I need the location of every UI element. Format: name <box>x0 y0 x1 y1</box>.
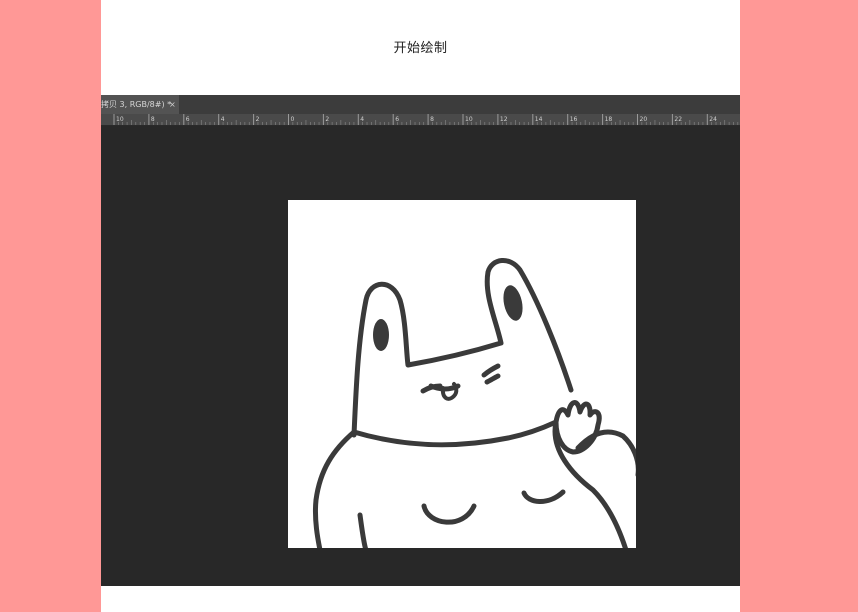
ruler-label: 8 <box>151 116 155 123</box>
horizontal-ruler[interactable]: 10 8 6 4 2 0 2 4 6 8 10 12 14 16 18 20 22 24 <box>101 114 740 126</box>
ruler-label: 16 <box>570 116 578 123</box>
ruler-label: 2 <box>325 116 329 123</box>
page-title: 开始绘制 <box>393 41 448 56</box>
ruler-label: 18 <box>605 116 613 123</box>
cheek-mark-right <box>481 363 501 378</box>
chest-left <box>421 503 477 525</box>
paw <box>553 400 602 455</box>
ruler-label: 10 <box>465 116 473 123</box>
ruler-label: 24 <box>709 116 717 123</box>
right-inner-ear <box>503 285 523 321</box>
chest-right <box>521 489 566 504</box>
page: 开始绘制 拷贝 3, RGB/8#) * × 10 8 6 4 2 0 2 4 6 8 10 12 14… <box>101 0 740 612</box>
cheek-mark-right-2 <box>484 373 501 385</box>
document-tab[interactable]: 拷贝 3, RGB/8#) * × <box>101 95 179 114</box>
head-outline <box>351 258 574 438</box>
ruler-label: 0 <box>291 116 295 123</box>
ruler-label: 12 <box>500 116 508 123</box>
ruler-label: 14 <box>535 116 543 123</box>
left-arm <box>357 512 368 548</box>
collar-line <box>351 419 559 448</box>
ruler-label: 8 <box>430 116 434 123</box>
ruler-label: 6 <box>186 116 190 123</box>
left-inner-ear <box>373 319 389 351</box>
right-forearm <box>575 429 636 477</box>
photoshop-window: 拷贝 3, RGB/8#) * × 10 8 6 4 2 0 2 4 6 8 10 12 14 16 18 2… <box>101 95 740 586</box>
ruler-label: 6 <box>395 116 399 123</box>
ruler-ticks: 10 8 6 4 2 0 2 4 6 8 10 12 14 16 18 20 22 24 <box>113 114 739 125</box>
ruler-label: 4 <box>221 116 225 123</box>
document-tab-title: 拷贝 3, RGB/8#) * <box>101 100 172 109</box>
ruler-label: 20 <box>640 116 648 123</box>
document-canvas[interactable] <box>288 200 636 548</box>
ruler-label: 10 <box>116 116 124 123</box>
ruler-label: 22 <box>674 116 682 123</box>
rabbit-drawing <box>313 258 636 548</box>
close-icon[interactable]: × <box>169 95 176 114</box>
ruler-label: 4 <box>360 116 364 123</box>
ruler-label: 2 <box>256 116 260 123</box>
left-shoulder <box>313 429 357 548</box>
document-tab-bar: 拷贝 3, RGB/8#) * × <box>101 95 740 114</box>
canvas-area[interactable] <box>101 126 740 586</box>
